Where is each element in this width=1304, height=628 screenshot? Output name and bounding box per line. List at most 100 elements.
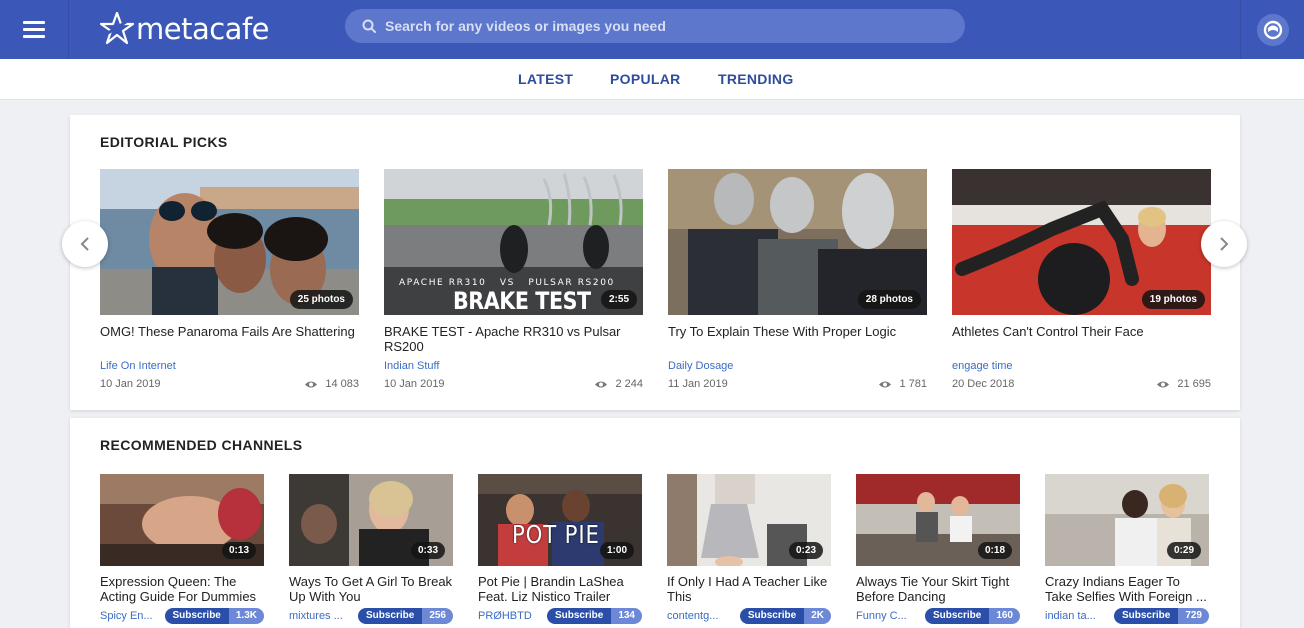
editorial-card: 25 photos OMG! These Panaroma Fails Are …	[100, 169, 359, 390]
channel-name[interactable]: Funny C...	[856, 610, 918, 622]
eye-icon	[879, 381, 892, 387]
channel-video-card: 0:33 Ways To Get A Girl To Break Up With…	[289, 474, 453, 624]
tab-popular[interactable]: POPULAR	[610, 71, 681, 87]
duration-badge: 0:33	[410, 542, 445, 559]
search-bar[interactable]	[345, 9, 965, 43]
search-input[interactable]	[385, 18, 945, 34]
duration-badge: 1:00	[599, 542, 634, 559]
view-count-value: 21 695	[1177, 378, 1211, 390]
recommended-channels-panel: RECOMMENDED CHANNELS 0:13 Expression Que…	[70, 418, 1240, 628]
publish-date: 10 Jan 2019	[100, 378, 161, 390]
eye-icon	[305, 381, 318, 387]
subscribe-button[interactable]: Subscribe 160	[924, 608, 1020, 624]
publish-date: 11 Jan 2019	[668, 378, 728, 390]
user-account-button[interactable]	[1240, 0, 1304, 59]
video-thumbnail[interactable]: 0:29	[1045, 474, 1209, 566]
duration-badge: 0:29	[1166, 542, 1201, 559]
channel-row: mixtures ... Subscribe 256	[289, 608, 453, 624]
channel-row: Funny C... Subscribe 160	[856, 608, 1020, 624]
photo-count-badge: 28 photos	[857, 290, 921, 309]
video-title[interactable]: If Only I Had A Teacher Like This	[667, 574, 831, 604]
publish-date: 20 Dec 2018	[952, 378, 1015, 390]
channel-link[interactable]: engage time	[952, 360, 1211, 372]
tab-latest[interactable]: LATEST	[518, 71, 573, 87]
editorial-card: 28 photos Try To Explain These With Prop…	[668, 169, 927, 390]
menu-icon	[23, 21, 45, 38]
view-count: 1 781	[878, 378, 927, 390]
channel-video-card: 0:18 Always Tie Your Skirt Tight Before …	[856, 474, 1020, 624]
subscriber-count: 134	[611, 608, 642, 624]
channel-link[interactable]: Indian Stuff	[384, 360, 643, 372]
category-nav: LATEST POPULAR TRENDING	[0, 59, 1304, 100]
view-count: 21 695	[1156, 378, 1211, 390]
card-title[interactable]: Athletes Can't Control Their Face	[952, 324, 1211, 354]
channel-row: PRØHBTD Subscribe 134	[478, 608, 642, 624]
star-logo-icon	[100, 12, 134, 45]
channel-link[interactable]: Daily Dosage	[668, 360, 927, 372]
video-title[interactable]: Crazy Indians Eager To Take Selfies With…	[1045, 574, 1209, 604]
view-count: 14 083	[304, 378, 359, 390]
card-meta: 20 Dec 2018 21 695	[952, 378, 1211, 390]
tab-trending[interactable]: TRENDING	[718, 71, 794, 87]
video-thumbnail[interactable]: 28 photos	[668, 169, 927, 315]
channel-name[interactable]: indian ta...	[1045, 610, 1107, 622]
card-meta: 10 Jan 2019 14 083	[100, 378, 359, 390]
carousel-next-button[interactable]	[1201, 221, 1247, 267]
subscriber-count: 256	[422, 608, 453, 624]
channel-video-card: 0:13 Expression Queen: The Acting Guide …	[100, 474, 264, 624]
subscribe-button[interactable]: Subscribe 1.3K	[164, 608, 264, 624]
channel-video-card: POT PIE 1:00 Pot Pie | Brandin LaShea Fe…	[478, 474, 642, 624]
video-thumbnail[interactable]: APACHE RR310 VS PULSAR RS200 BRAKE TEST …	[384, 169, 643, 315]
video-thumbnail[interactable]: 0:33	[289, 474, 453, 566]
video-thumbnail[interactable]: 19 photos	[952, 169, 1211, 315]
subscriber-count: 160	[989, 608, 1020, 624]
editorial-card: APACHE RR310 VS PULSAR RS200 BRAKE TEST …	[384, 169, 643, 390]
view-count: 2 244	[594, 378, 643, 390]
video-thumbnail[interactable]: 0:13	[100, 474, 264, 566]
chevron-left-icon	[80, 237, 89, 251]
eye-icon	[1157, 381, 1170, 387]
carousel-prev-button[interactable]	[62, 221, 108, 267]
card-title[interactable]: Try To Explain These With Proper Logic	[668, 324, 927, 354]
channel-video-card: 0:23 If Only I Had A Teacher Like This c…	[667, 474, 831, 624]
card-title[interactable]: OMG! These Panaroma Fails Are Shattering	[100, 324, 359, 354]
video-title[interactable]: Always Tie Your Skirt Tight Before Danci…	[856, 574, 1020, 604]
hamburger-menu-button[interactable]	[0, 0, 69, 59]
subscribe-label: Subscribe	[1113, 608, 1179, 624]
subscribe-button[interactable]: Subscribe 134	[546, 608, 642, 624]
subscribe-button[interactable]: Subscribe 256	[357, 608, 453, 624]
subscribe-button[interactable]: Subscribe 2K	[739, 608, 831, 624]
video-thumbnail[interactable]: POT PIE 1:00	[478, 474, 642, 566]
duration-badge: 0:13	[221, 542, 256, 559]
video-title[interactable]: Pot Pie | Brandin LaShea Feat. Liz Nisti…	[478, 574, 642, 604]
channel-name[interactable]: Spicy En...	[100, 610, 162, 622]
channel-name[interactable]: mixtures ...	[289, 610, 351, 622]
card-title[interactable]: BRAKE TEST - Apache RR310 vs Pulsar RS20…	[384, 324, 643, 354]
video-title[interactable]: Expression Queen: The Acting Guide For D…	[100, 574, 264, 604]
video-title[interactable]: Ways To Get A Girl To Break Up With You	[289, 574, 453, 604]
chevron-right-icon	[1220, 237, 1229, 251]
thumbnail-caption-big: BRAKE TEST	[453, 287, 591, 315]
photo-count-badge: 19 photos	[1141, 290, 1205, 309]
subscribe-button[interactable]: Subscribe 729	[1113, 608, 1209, 624]
search-icon	[361, 18, 377, 34]
channel-row: indian ta... Subscribe 729	[1045, 608, 1209, 624]
channel-row: Spicy En... Subscribe 1.3K	[100, 608, 264, 624]
video-thumbnail[interactable]: 0:23	[667, 474, 831, 566]
subscriber-count: 2K	[804, 608, 831, 624]
channel-link[interactable]: Life On Internet	[100, 360, 359, 372]
site-logo[interactable]: metacafe	[100, 4, 270, 54]
channel-video-card: 0:29 Crazy Indians Eager To Take Selfies…	[1045, 474, 1209, 624]
video-thumbnail[interactable]: 25 photos	[100, 169, 359, 315]
subscriber-count: 729	[1178, 608, 1209, 624]
eye-icon	[595, 381, 608, 387]
channel-name[interactable]: contentg...	[667, 610, 729, 622]
subscribe-label: Subscribe	[739, 608, 805, 624]
video-thumbnail[interactable]: 0:18	[856, 474, 1020, 566]
duration-badge: 2:55	[600, 290, 637, 309]
user-avatar-icon	[1256, 13, 1289, 46]
top-bar: metacafe	[0, 0, 1304, 59]
channel-name[interactable]: PRØHBTD	[478, 610, 540, 622]
subscribe-label: Subscribe	[924, 608, 990, 624]
thumbnail-caption: POT PIE	[512, 520, 600, 549]
